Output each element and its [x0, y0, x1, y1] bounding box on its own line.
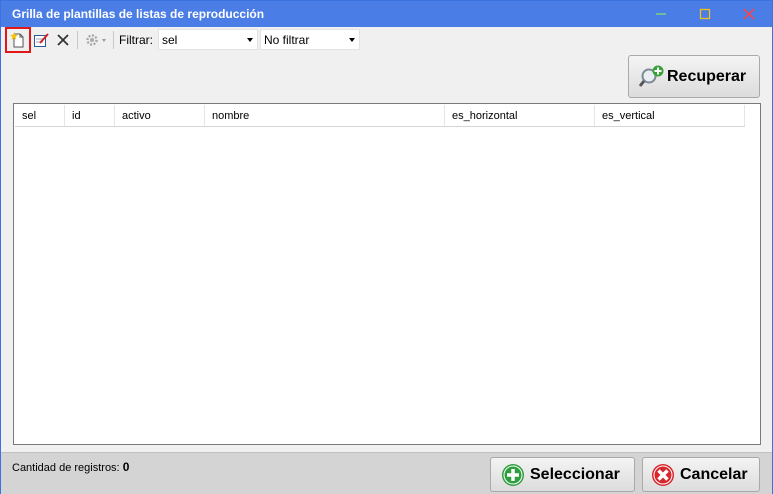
filter-label: Filtrar: [119, 33, 153, 47]
new-button[interactable] [5, 27, 31, 53]
column-header-sel[interactable]: sel [15, 105, 65, 126]
edit-button[interactable] [30, 29, 52, 51]
filter-mode-select[interactable]: No filtrar [260, 29, 360, 50]
footer: Cantidad de registros: 0 Seleccionar Can… [1, 452, 772, 494]
settings-dropdown-button[interactable] [82, 29, 110, 51]
minimize-icon [656, 13, 666, 15]
gear-icon [86, 34, 106, 46]
chevron-down-icon [247, 38, 253, 42]
seleccionar-button[interactable]: Seleccionar [490, 457, 635, 492]
column-header-es-horizontal[interactable]: es_horizontal [445, 105, 595, 126]
filter-field-value: sel [162, 33, 178, 47]
grid-header: sel id activo nombre es_horizontal es_vertica… [15, 105, 745, 127]
minimize-button[interactable] [639, 1, 683, 27]
title-bar: Grilla de plantillas de listas de reprod… [1, 1, 772, 27]
record-count: Cantidad de registros: 0 [12, 460, 129, 474]
record-count-value: 0 [122, 460, 130, 474]
filter-field-select[interactable]: sel [158, 29, 258, 50]
new-document-icon [10, 32, 24, 48]
column-header-id[interactable]: id [65, 105, 115, 126]
search-add-icon [639, 65, 664, 87]
chevron-down-icon [349, 38, 355, 42]
delete-icon [57, 34, 69, 46]
toolbar: Filtrar: sel No filtrar [1, 27, 772, 53]
column-header-activo[interactable]: activo [115, 105, 205, 126]
column-header-es-vertical[interactable]: es_vertical [595, 105, 745, 126]
plus-circle-icon [502, 463, 524, 486]
seleccionar-label: Seleccionar [530, 465, 620, 483]
edit-icon [34, 33, 49, 47]
toolbar-separator [113, 31, 114, 49]
cancelar-label: Cancelar [680, 465, 748, 483]
data-grid[interactable]: sel id activo nombre es_horizontal es_vertica… [13, 103, 761, 445]
column-header-nombre[interactable]: nombre [205, 105, 445, 126]
filter-mode-value: No filtrar [264, 33, 310, 47]
recuperar-button[interactable]: Recuperar [628, 55, 760, 98]
record-count-label: Cantidad de registros: [12, 462, 120, 474]
window-title: Grilla de plantillas de listas de reprod… [12, 7, 265, 21]
window: Grilla de plantillas de listas de reprod… [0, 0, 773, 494]
close-icon [743, 8, 755, 20]
close-button[interactable] [727, 1, 771, 27]
cancelar-button[interactable]: Cancelar [642, 457, 760, 492]
toolbar-separator [77, 31, 78, 49]
delete-button[interactable] [52, 29, 74, 51]
maximize-icon [699, 8, 711, 20]
close-circle-icon [652, 463, 674, 486]
maximize-button[interactable] [683, 1, 727, 27]
recuperar-label: Recuperar [667, 67, 747, 85]
